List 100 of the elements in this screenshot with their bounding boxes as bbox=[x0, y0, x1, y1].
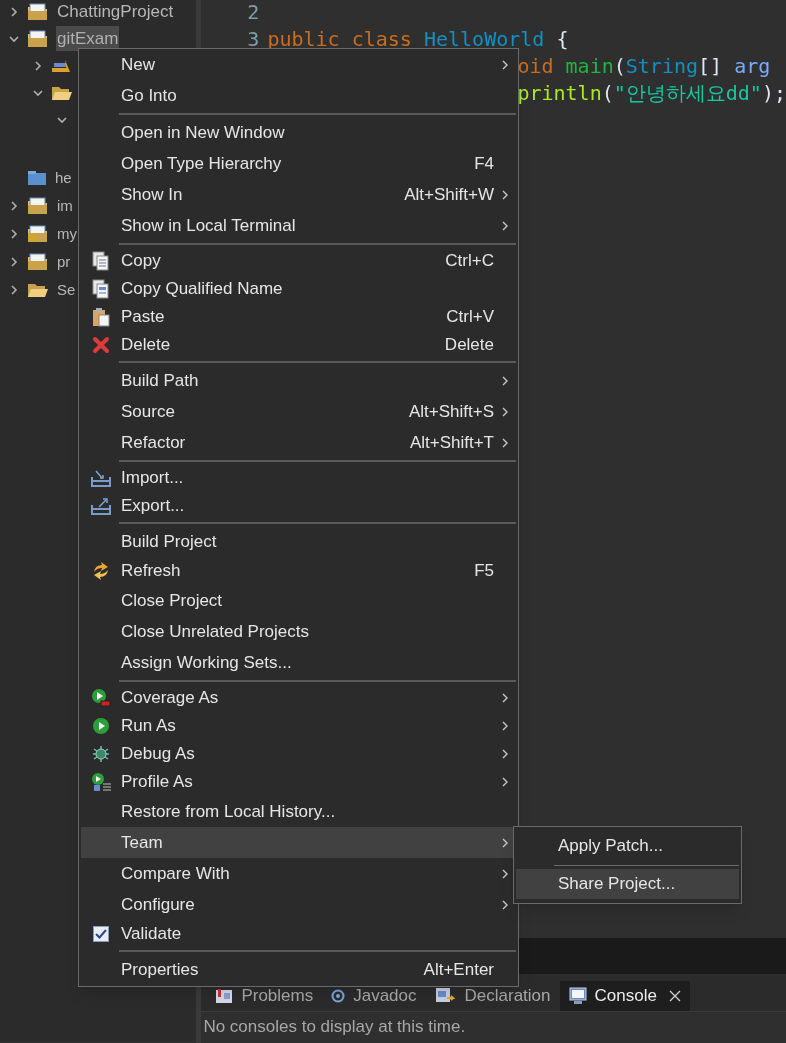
folder-icon bbox=[27, 282, 49, 298]
menu-item[interactable]: Share Project... bbox=[516, 869, 739, 899]
menu-item-label: Import... bbox=[121, 467, 184, 490]
menu-item-label: Share Project... bbox=[558, 873, 676, 896]
shortcut-label: F4 bbox=[474, 152, 494, 175]
menu-item[interactable]: Show in Local Terminal bbox=[81, 210, 516, 241]
menu-item[interactable]: Restore from Local History... bbox=[81, 796, 516, 827]
menu-item-label: Delete bbox=[121, 334, 171, 357]
shortcut-label: Alt+Shift+T bbox=[409, 431, 494, 454]
menu-item-label: Open in New Window bbox=[121, 121, 285, 144]
shortcut-label: Ctrl+C bbox=[445, 250, 494, 273]
tree-item-label[interactable]: ChattingProject bbox=[56, 0, 175, 25]
code-line: println("안녕하세요dd"); bbox=[517, 79, 786, 107]
menu-item[interactable]: Assign Working Sets... bbox=[81, 647, 516, 678]
menu-item-label: Assign Working Sets... bbox=[121, 651, 292, 674]
menu-item-label: Refresh bbox=[121, 560, 181, 583]
project-folder-icon bbox=[27, 253, 49, 271]
code-line: oid main(String[] arg bbox=[517, 52, 771, 80]
chevron-right-icon[interactable] bbox=[8, 284, 20, 296]
delete-icon bbox=[92, 336, 110, 354]
menu-item[interactable]: Apply Patch... bbox=[516, 831, 739, 861]
menu-item[interactable]: Compare With bbox=[81, 858, 516, 889]
menu-item-label: New bbox=[121, 53, 155, 76]
checkbox-icon[interactable] bbox=[93, 926, 109, 942]
shortcut-label: Alt+Shift+W bbox=[404, 183, 494, 206]
tree-item-label[interactable]: Se bbox=[56, 278, 77, 302]
menu-item[interactable]: Paste Ctrl+V bbox=[81, 303, 516, 331]
chevron-right-icon[interactable] bbox=[8, 256, 20, 268]
menu-item[interactable]: Copy Ctrl+C bbox=[81, 247, 516, 275]
menu-item[interactable]: Team bbox=[81, 827, 516, 858]
shortcut-label: Ctrl+V bbox=[446, 306, 494, 329]
copy-icon bbox=[92, 251, 110, 271]
import-icon bbox=[91, 469, 111, 487]
menu-item-label: Build Path bbox=[121, 369, 199, 392]
bug-icon bbox=[91, 744, 111, 764]
chevron-right-icon[interactable] bbox=[8, 5, 20, 18]
menu-item[interactable]: Open in New Window bbox=[81, 117, 516, 148]
export-icon bbox=[91, 497, 111, 515]
tree-item-label[interactable]: gitExam bbox=[56, 25, 120, 52]
tree-item-label[interactable]: my bbox=[56, 222, 78, 246]
menu-item-label: Properties bbox=[121, 958, 199, 981]
menu-item-label: Source bbox=[121, 400, 175, 423]
menu-item-label: Refactor bbox=[121, 431, 186, 454]
tab-label: Console bbox=[594, 985, 657, 1008]
chevron-right-icon[interactable] bbox=[32, 59, 44, 72]
line-number: 2 bbox=[247, 0, 260, 26]
menu-item[interactable]: Import... bbox=[81, 464, 516, 492]
menu-item-label: Open Type Hierarchy bbox=[121, 152, 282, 175]
panel-tab[interactable]: Console bbox=[559, 981, 690, 1011]
menu-item[interactable]: Configure bbox=[81, 889, 516, 920]
menu-item-label: Copy Qualified Name bbox=[121, 278, 283, 301]
project-folder-icon bbox=[27, 197, 49, 215]
menu-item[interactable]: Build Path bbox=[81, 365, 516, 396]
chevron-right-icon[interactable] bbox=[8, 200, 20, 212]
tree-item-label[interactable]: pr bbox=[56, 250, 72, 274]
menu-item-label: Coverage As bbox=[121, 687, 219, 710]
menu-item-label: Close Unrelated Projects bbox=[121, 620, 310, 643]
profile-icon bbox=[90, 772, 112, 792]
menu-item[interactable]: Debug As bbox=[81, 740, 516, 768]
tab-label: Declaration bbox=[464, 985, 551, 1008]
menu-item[interactable]: Open Type Hierarchy F4 bbox=[81, 148, 516, 179]
menu-item[interactable]: Validate bbox=[81, 920, 516, 948]
shortcut-label: Delete bbox=[444, 334, 494, 357]
menu-item[interactable]: Run As bbox=[81, 712, 516, 740]
menu-item[interactable]: Refresh F5 bbox=[81, 557, 516, 585]
menu-item[interactable]: Go Into bbox=[81, 80, 516, 111]
menu-item[interactable]: Copy Qualified Name bbox=[81, 275, 516, 303]
menu-item[interactable]: Refactor Alt+Shift+T bbox=[81, 427, 516, 458]
menu-item-label: Export... bbox=[121, 495, 185, 518]
menu-item[interactable]: Close Project bbox=[81, 585, 516, 616]
menu-item-label: Apply Patch... bbox=[558, 835, 663, 858]
tree-item-label[interactable]: he bbox=[54, 166, 73, 190]
menu-item-label: Go Into bbox=[121, 84, 177, 107]
run-icon bbox=[92, 717, 110, 735]
menu-item[interactable]: Coverage As bbox=[81, 684, 516, 712]
menu-item[interactable]: Export... bbox=[81, 492, 516, 520]
menu-item-label: Validate bbox=[121, 923, 182, 946]
locked-project-folder-icon bbox=[27, 225, 49, 243]
refresh-icon bbox=[91, 561, 111, 581]
menu-item[interactable]: Close Unrelated Projects bbox=[81, 616, 516, 647]
copy-icon bbox=[92, 279, 110, 299]
shortcut-label: F5 bbox=[474, 560, 494, 583]
chevron-right-icon[interactable] bbox=[8, 228, 20, 240]
coverage-icon bbox=[91, 688, 111, 708]
console-message: No consoles to display at this time. bbox=[203, 1017, 466, 1036]
menu-item[interactable]: Show In Alt+Shift+W bbox=[81, 179, 516, 210]
menu-item[interactable]: Build Project bbox=[81, 526, 516, 557]
menu-item[interactable]: Source Alt+Shift+S bbox=[81, 396, 516, 427]
close-icon[interactable] bbox=[668, 990, 681, 1002]
declaration-icon bbox=[434, 987, 457, 1005]
tree-item-label[interactable]: im bbox=[56, 194, 74, 218]
menu-item-label: Show in Local Terminal bbox=[121, 214, 296, 237]
shortcut-label: Alt+Enter bbox=[423, 958, 494, 981]
clipboard-icon bbox=[92, 307, 110, 327]
menu-item-label: Build Project bbox=[121, 530, 217, 553]
problems-icon bbox=[215, 988, 234, 1004]
menu-item[interactable]: Delete Delete bbox=[81, 331, 516, 359]
menu-item-label: Team bbox=[121, 831, 163, 854]
menu-item[interactable]: Profile As bbox=[81, 768, 516, 796]
tab-label: Problems bbox=[241, 985, 314, 1008]
